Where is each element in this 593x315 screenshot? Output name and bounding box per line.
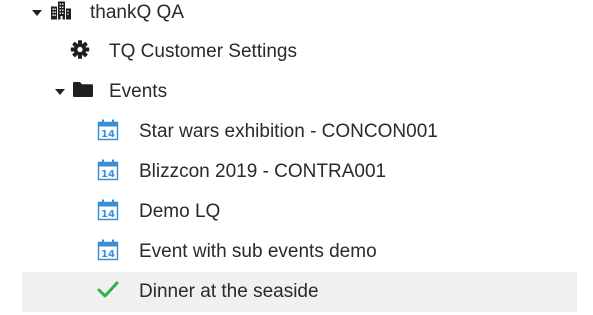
- calendar-day: 14: [101, 169, 115, 180]
- calendar-icon: 14: [97, 119, 119, 146]
- tree-node-root[interactable]: thankQ QA: [0, 0, 593, 33]
- tree-node-event[interactable]: 14 Event with sub events demo: [0, 232, 593, 272]
- calendar-day: 14: [101, 209, 115, 220]
- tree-node-customer-settings[interactable]: TQ Customer Settings: [0, 32, 593, 72]
- tree-node-event[interactable]: 14 Star wars exhibition - CONCON001: [0, 112, 593, 152]
- caret-down-icon[interactable]: [32, 10, 42, 16]
- calendar-icon: 14: [97, 199, 119, 226]
- tree-node-label: Demo LQ: [139, 201, 221, 222]
- tree-view: thankQ QA TQ Customer Settings Events 14…: [0, 0, 593, 315]
- building-icon: [50, 1, 72, 26]
- folder-icon: [72, 81, 94, 103]
- tree-node-event[interactable]: 14 Demo LQ: [0, 192, 593, 232]
- calendar-icon: 14: [97, 159, 119, 186]
- calendar-day: 14: [101, 129, 115, 140]
- tree-node-label: TQ Customer Settings: [109, 41, 297, 62]
- calendar-day: 14: [101, 249, 115, 260]
- caret-down-icon[interactable]: [55, 89, 65, 95]
- tree-node-label: thankQ QA: [90, 2, 184, 23]
- tree-node-label: Event with sub events demo: [139, 241, 377, 262]
- calendar-icon: 14: [97, 239, 119, 266]
- tree-node-label: Events: [109, 81, 168, 102]
- tree-node-label: Blizzcon 2019 - CONTRA001: [139, 161, 387, 182]
- tree-node-event-selected[interactable]: Dinner at the seaside: [22, 272, 577, 312]
- tree-node-label: Dinner at the seaside: [139, 281, 319, 302]
- tree-node-events[interactable]: Events: [0, 72, 593, 112]
- tree-node-event[interactable]: 14 Blizzcon 2019 - CONTRA001: [0, 152, 593, 192]
- tree-node-label: Star wars exhibition - CONCON001: [139, 121, 438, 142]
- checkmark-icon: [97, 281, 119, 304]
- gear-icon: [70, 40, 90, 65]
